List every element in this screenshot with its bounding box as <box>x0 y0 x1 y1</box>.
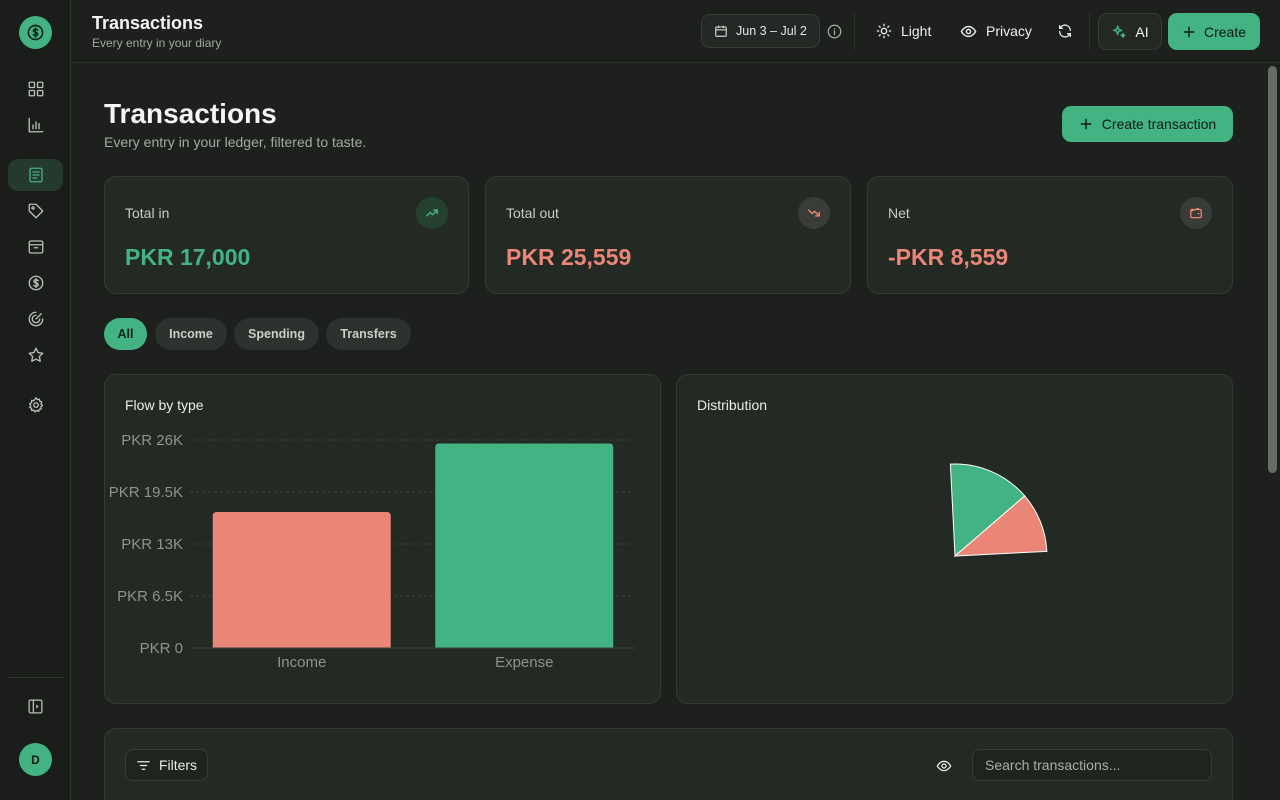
privacy-toggle-label: Privacy <box>986 23 1032 39</box>
star-icon <box>28 347 43 362</box>
sidebar-item-accounts[interactable] <box>8 231 63 263</box>
trending-up-icon <box>416 197 448 229</box>
sparkles-icon <box>1113 24 1127 38</box>
dollar-icon <box>27 24 44 41</box>
trending-down-icon <box>798 197 830 229</box>
collapse-sidebar-button[interactable] <box>8 690 63 722</box>
sidebar-divider <box>8 677 64 678</box>
distribution-card: Distribution <box>676 374 1233 704</box>
page-subtitle: Every entry in your ledger, filtered to … <box>104 134 367 150</box>
date-range-picker[interactable]: Jun 3 – Jul 2 <box>701 14 820 48</box>
avatar[interactable]: D <box>19 743 52 776</box>
x-tick-label: Income <box>277 654 326 671</box>
stat-value: -PKR 8,559 <box>888 244 1009 270</box>
topbar-title: Transactions <box>92 13 204 33</box>
sidebar-item-budgets[interactable] <box>8 267 63 299</box>
create-button[interactable]: Create <box>1168 13 1260 50</box>
flow-by-type-card: Flow by type PKR 0 PKR 6.5K PKR 13K PKR 19.… <box>104 374 661 704</box>
stat-value: PKR 17,000 <box>125 244 251 270</box>
create-transaction-button[interactable]: Create transaction <box>1062 106 1233 142</box>
sun-icon <box>876 23 892 39</box>
bar-income[interactable] <box>212 512 391 648</box>
create-button-label: Create <box>1203 23 1247 40</box>
tab-transfers[interactable]: Transfers <box>326 318 411 350</box>
sidebar: D <box>0 0 71 800</box>
page-title: Transactions <box>104 98 277 129</box>
bar-chart: PKR 0 PKR 6.5K PKR 13K PKR 19.5K PKR 26K Inco… <box>109 432 635 671</box>
theme-toggle-label: Light <box>901 23 932 39</box>
filter-lines-icon <box>137 760 150 770</box>
eye-icon <box>960 25 977 37</box>
dollar-circle-icon <box>28 275 43 291</box>
refresh-icon <box>1059 24 1071 38</box>
topbar-divider <box>854 12 855 50</box>
ai-button[interactable]: AI <box>1098 13 1162 50</box>
scrollbar-thumb[interactable] <box>1268 66 1277 473</box>
receipt-icon <box>28 167 43 183</box>
grid-icon <box>28 81 43 97</box>
target-icon <box>28 311 43 327</box>
stat-card-total-out: Total out PKR 25,559 <box>485 176 851 294</box>
topbar-divider-2 <box>1089 12 1090 50</box>
sidebar-item-categories[interactable] <box>8 195 63 227</box>
transactions-table-card: Filters <box>104 728 1233 800</box>
theme-toggle-button[interactable]: Light <box>866 14 941 48</box>
tab-all[interactable]: All <box>104 318 147 350</box>
sidebar-item-reports[interactable] <box>8 109 63 141</box>
sidebar-item-favorites[interactable] <box>8 339 63 371</box>
stat-value: PKR 25,559 <box>506 244 632 270</box>
eye-icon[interactable] <box>935 758 953 774</box>
date-range-label: Jun 3 – Jul 2 <box>736 24 807 38</box>
stat-card-net: Net -PKR 8,559 <box>867 176 1233 294</box>
info-icon[interactable] <box>827 24 842 39</box>
pie-chart <box>949 463 1048 558</box>
topbar-subtitle: Every entry in your diary <box>92 36 222 50</box>
tab-spending[interactable]: Spending <box>234 318 319 350</box>
tag-icon <box>28 203 43 219</box>
topbar: Transactions Every entry in your diary J… <box>72 0 1280 63</box>
filters-button-label: Filters <box>158 757 198 773</box>
create-transaction-label: Create transaction <box>1101 116 1217 132</box>
stat-label: Total in <box>125 205 170 221</box>
gear-icon <box>28 396 43 413</box>
y-tick-label: PKR 19.5K <box>109 484 183 501</box>
stat-label: Net <box>888 205 910 221</box>
sidebar-item-settings[interactable] <box>8 389 63 421</box>
sidebar-panel-icon <box>28 698 43 714</box>
app-logo[interactable] <box>19 16 52 49</box>
y-tick-label: PKR 0 <box>140 640 183 657</box>
y-tick-label: PKR 6.5K <box>117 588 183 605</box>
refresh-button[interactable] <box>1047 14 1083 48</box>
stat-card-total-in: Total in PKR 17,000 <box>104 176 469 294</box>
filters-button[interactable]: Filters <box>125 749 208 781</box>
sidebar-item-transactions[interactable] <box>8 159 63 191</box>
sidebar-item-dashboard[interactable] <box>8 73 63 105</box>
ai-button-label: AI <box>1135 23 1149 40</box>
sidebar-item-goals[interactable] <box>8 303 63 335</box>
wallet-icon <box>1180 197 1212 229</box>
tab-income[interactable]: Income <box>155 318 227 350</box>
y-tick-label: PKR 26K <box>121 432 183 449</box>
plus-icon <box>1080 118 1092 130</box>
calendar-icon <box>715 25 727 37</box>
search-input[interactable] <box>972 749 1212 781</box>
y-tick-label: PKR 13K <box>121 536 183 553</box>
plus-icon <box>1183 26 1195 37</box>
bar-chart-icon <box>28 117 43 133</box>
x-tick-label: Expense <box>495 654 553 671</box>
inbox-icon <box>28 240 43 254</box>
privacy-toggle-button[interactable]: Privacy <box>950 14 1042 48</box>
bar-expense[interactable] <box>435 443 614 648</box>
stat-label: Total out <box>506 205 559 221</box>
